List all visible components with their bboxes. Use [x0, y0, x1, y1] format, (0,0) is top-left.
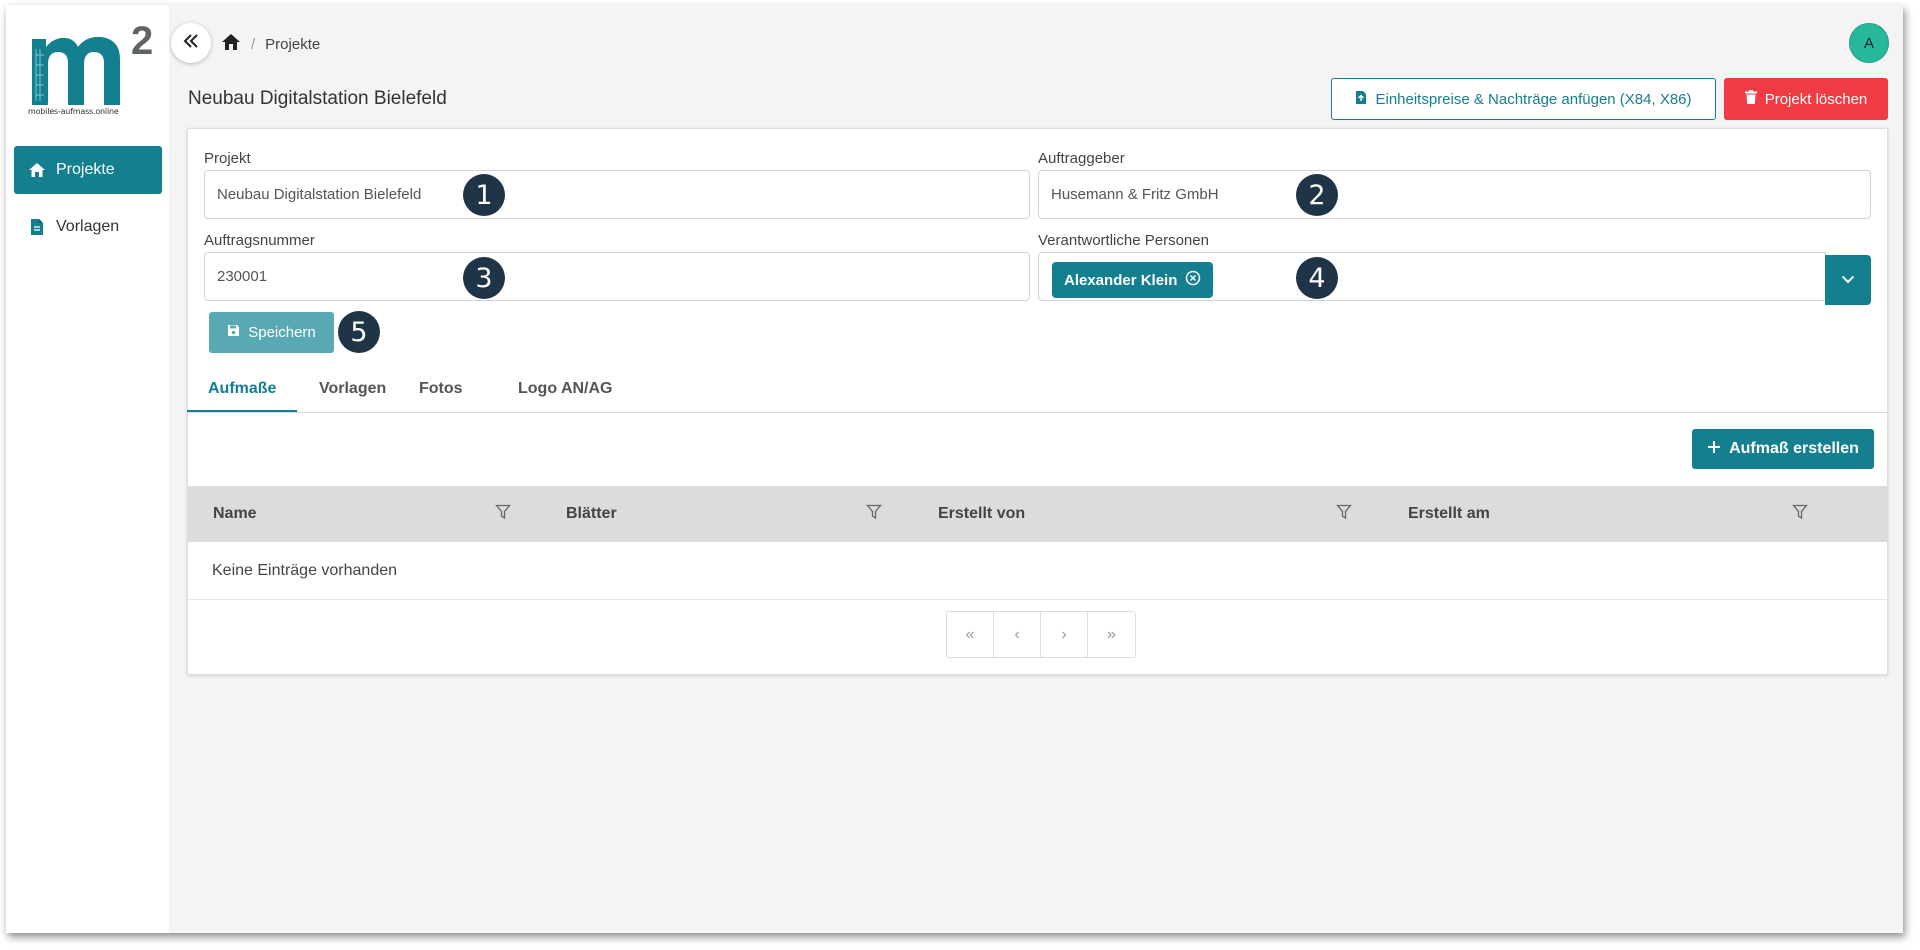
filter-icon[interactable]: [866, 504, 882, 525]
avatar[interactable]: A: [1849, 23, 1889, 63]
tab-fotos[interactable]: Fotos: [419, 380, 463, 398]
trash-icon: [1744, 90, 1757, 108]
client-label: Auftraggeber: [1038, 150, 1125, 167]
logo-m-mark: [32, 36, 120, 105]
file-upload-icon: [1355, 90, 1367, 109]
project-label: Projekt: [204, 150, 251, 167]
breadcrumb-item[interactable]: Projekte: [265, 36, 320, 53]
delete-project-label: Projekt löschen: [1764, 90, 1868, 108]
delete-project-button[interactable]: Projekt löschen: [1724, 78, 1888, 120]
table-empty-row: Keine Einträge vorhanden: [188, 542, 1888, 600]
sidebar-item-vorlagen[interactable]: Vorlagen: [14, 203, 162, 251]
home-icon[interactable]: [221, 33, 241, 55]
column-header-sheets[interactable]: Blätter: [566, 505, 617, 523]
chevron-down-icon: [1841, 271, 1855, 289]
page-title: Neubau Digitalstation Bielefeld: [188, 88, 447, 109]
filter-icon[interactable]: [1792, 504, 1808, 525]
plus-icon: [1707, 440, 1721, 459]
order-number-label: Auftragsnummer: [204, 232, 315, 249]
logo: 2 mobiles-aufmass.online: [28, 19, 153, 125]
logo-text: mobiles-aufmass.online: [28, 107, 119, 116]
sidebar-collapse-button[interactable]: [171, 23, 211, 63]
person-chip[interactable]: Alexander Klein: [1052, 262, 1214, 298]
responsible-persons-label: Verantwortliche Personen: [1038, 232, 1209, 249]
save-button[interactable]: Speichern: [209, 312, 334, 353]
home-icon: [28, 161, 46, 179]
tab-bar: Aufmaße Vorlagen Fotos Logo AN/AG: [187, 370, 1888, 413]
tab-logo[interactable]: Logo AN/AG: [518, 380, 613, 398]
client-input[interactable]: Husemann & Fritz GmbH: [1038, 170, 1871, 219]
filter-icon[interactable]: [495, 504, 511, 525]
sidebar: 2 mobiles-aufmass.online Projekte Vorlag…: [6, 5, 169, 933]
project-name-input[interactable]: Neubau Digitalstation Bielefeld: [204, 170, 1030, 219]
pagination: « ‹ › »: [946, 611, 1136, 658]
floppy-disk-icon: [227, 324, 240, 341]
breadcrumb-separator: /: [251, 35, 256, 53]
callout-2: 2: [1296, 174, 1338, 216]
callout-3: 3: [463, 257, 505, 299]
document-icon: [28, 218, 46, 236]
first-page-button[interactable]: «: [947, 612, 994, 657]
breadcrumb: / Projekte: [221, 33, 320, 55]
create-measurement-label: Aufmaß erstellen: [1729, 440, 1859, 457]
order-number-input[interactable]: 230001: [204, 252, 1030, 301]
callout-5: 5: [338, 311, 380, 353]
sidebar-item-label: Projekte: [56, 161, 115, 178]
create-measurement-button[interactable]: Aufmaß erstellen: [1692, 429, 1874, 469]
next-page-button[interactable]: ›: [1041, 612, 1088, 657]
tab-aufmasse[interactable]: Aufmaße: [208, 380, 276, 398]
person-chip-label: Alexander Klein: [1064, 271, 1178, 289]
save-label: Speichern: [248, 324, 316, 341]
filter-icon[interactable]: [1336, 504, 1352, 525]
attach-prices-button[interactable]: Einheitspreise & Nachträge anfügen (X84,…: [1331, 78, 1716, 120]
logo-superscript: 2: [131, 19, 154, 63]
attach-prices-label: Einheitspreise & Nachträge anfügen (X84,…: [1375, 90, 1692, 108]
active-tab-indicator: [187, 410, 297, 412]
previous-page-button[interactable]: ‹: [994, 612, 1041, 657]
column-header-name[interactable]: Name: [213, 505, 257, 523]
callout-4: 4: [1296, 257, 1338, 299]
double-chevron-left-icon: [183, 33, 199, 53]
column-header-created-at[interactable]: Erstellt am: [1408, 505, 1490, 523]
sidebar-item-label: Vorlagen: [56, 218, 120, 235]
callout-1: 1: [463, 174, 505, 216]
app-window: 2 mobiles-aufmass.online Projekte Vorlag…: [6, 5, 1903, 933]
tab-vorlagen[interactable]: Vorlagen: [319, 380, 386, 398]
sidebar-item-projekte[interactable]: Projekte: [14, 146, 162, 194]
last-page-button[interactable]: »: [1088, 612, 1135, 657]
persons-dropdown-button[interactable]: [1825, 255, 1871, 305]
remove-circle-icon[interactable]: [1185, 270, 1201, 290]
table-header: Name Blätter Erstellt von Erstellt am: [188, 486, 1888, 542]
column-header-created-by[interactable]: Erstellt von: [938, 505, 1025, 523]
